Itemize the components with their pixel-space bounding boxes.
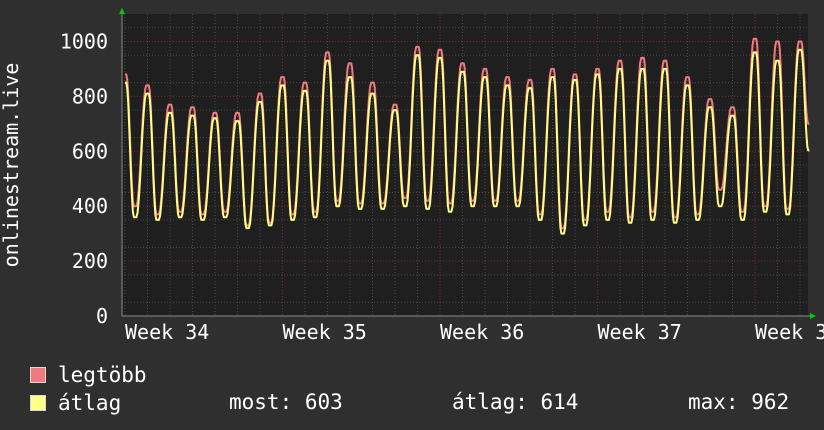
x-tick-label: Week 35 <box>283 320 367 344</box>
y-tick-label: 600 <box>72 139 108 163</box>
y-tick-label: 200 <box>72 249 108 273</box>
legend-swatch-avg <box>30 395 46 411</box>
y-tick-label: 400 <box>72 194 108 218</box>
legend-label-avg: átlag <box>58 391 122 415</box>
x-tick-label: Week 38 <box>755 320 824 344</box>
y-axis-arrow <box>119 8 125 14</box>
x-tick-label: Week 34 <box>125 320 209 344</box>
chart: 0 200 400 600 800 1000 Week 34 Week 35 Week 36 We… <box>0 0 824 430</box>
y-tick-label: 800 <box>72 84 108 108</box>
stat-max: max: 962 <box>688 390 790 414</box>
legend-swatch-max <box>30 367 46 383</box>
y-axis-label: onlinestream.live <box>0 63 23 268</box>
stat-average: átlag: 614 <box>452 390 579 414</box>
legend-item-max: legtöbb <box>30 363 147 387</box>
x-tick-label: Week 37 <box>598 320 682 344</box>
legend-label-max: legtöbb <box>58 363 147 387</box>
stat-now: most: 603 <box>229 390 343 414</box>
x-axis-arrow <box>810 313 816 319</box>
y-tick-label: 0 <box>96 304 108 328</box>
y-tick-label: 1000 <box>60 29 108 53</box>
chart-svg: 0 200 400 600 800 1000 Week 34 Week 35 Week 36 We… <box>0 8 824 344</box>
legend-item-avg: átlag <box>30 391 121 415</box>
x-tick-label: Week 36 <box>440 320 524 344</box>
